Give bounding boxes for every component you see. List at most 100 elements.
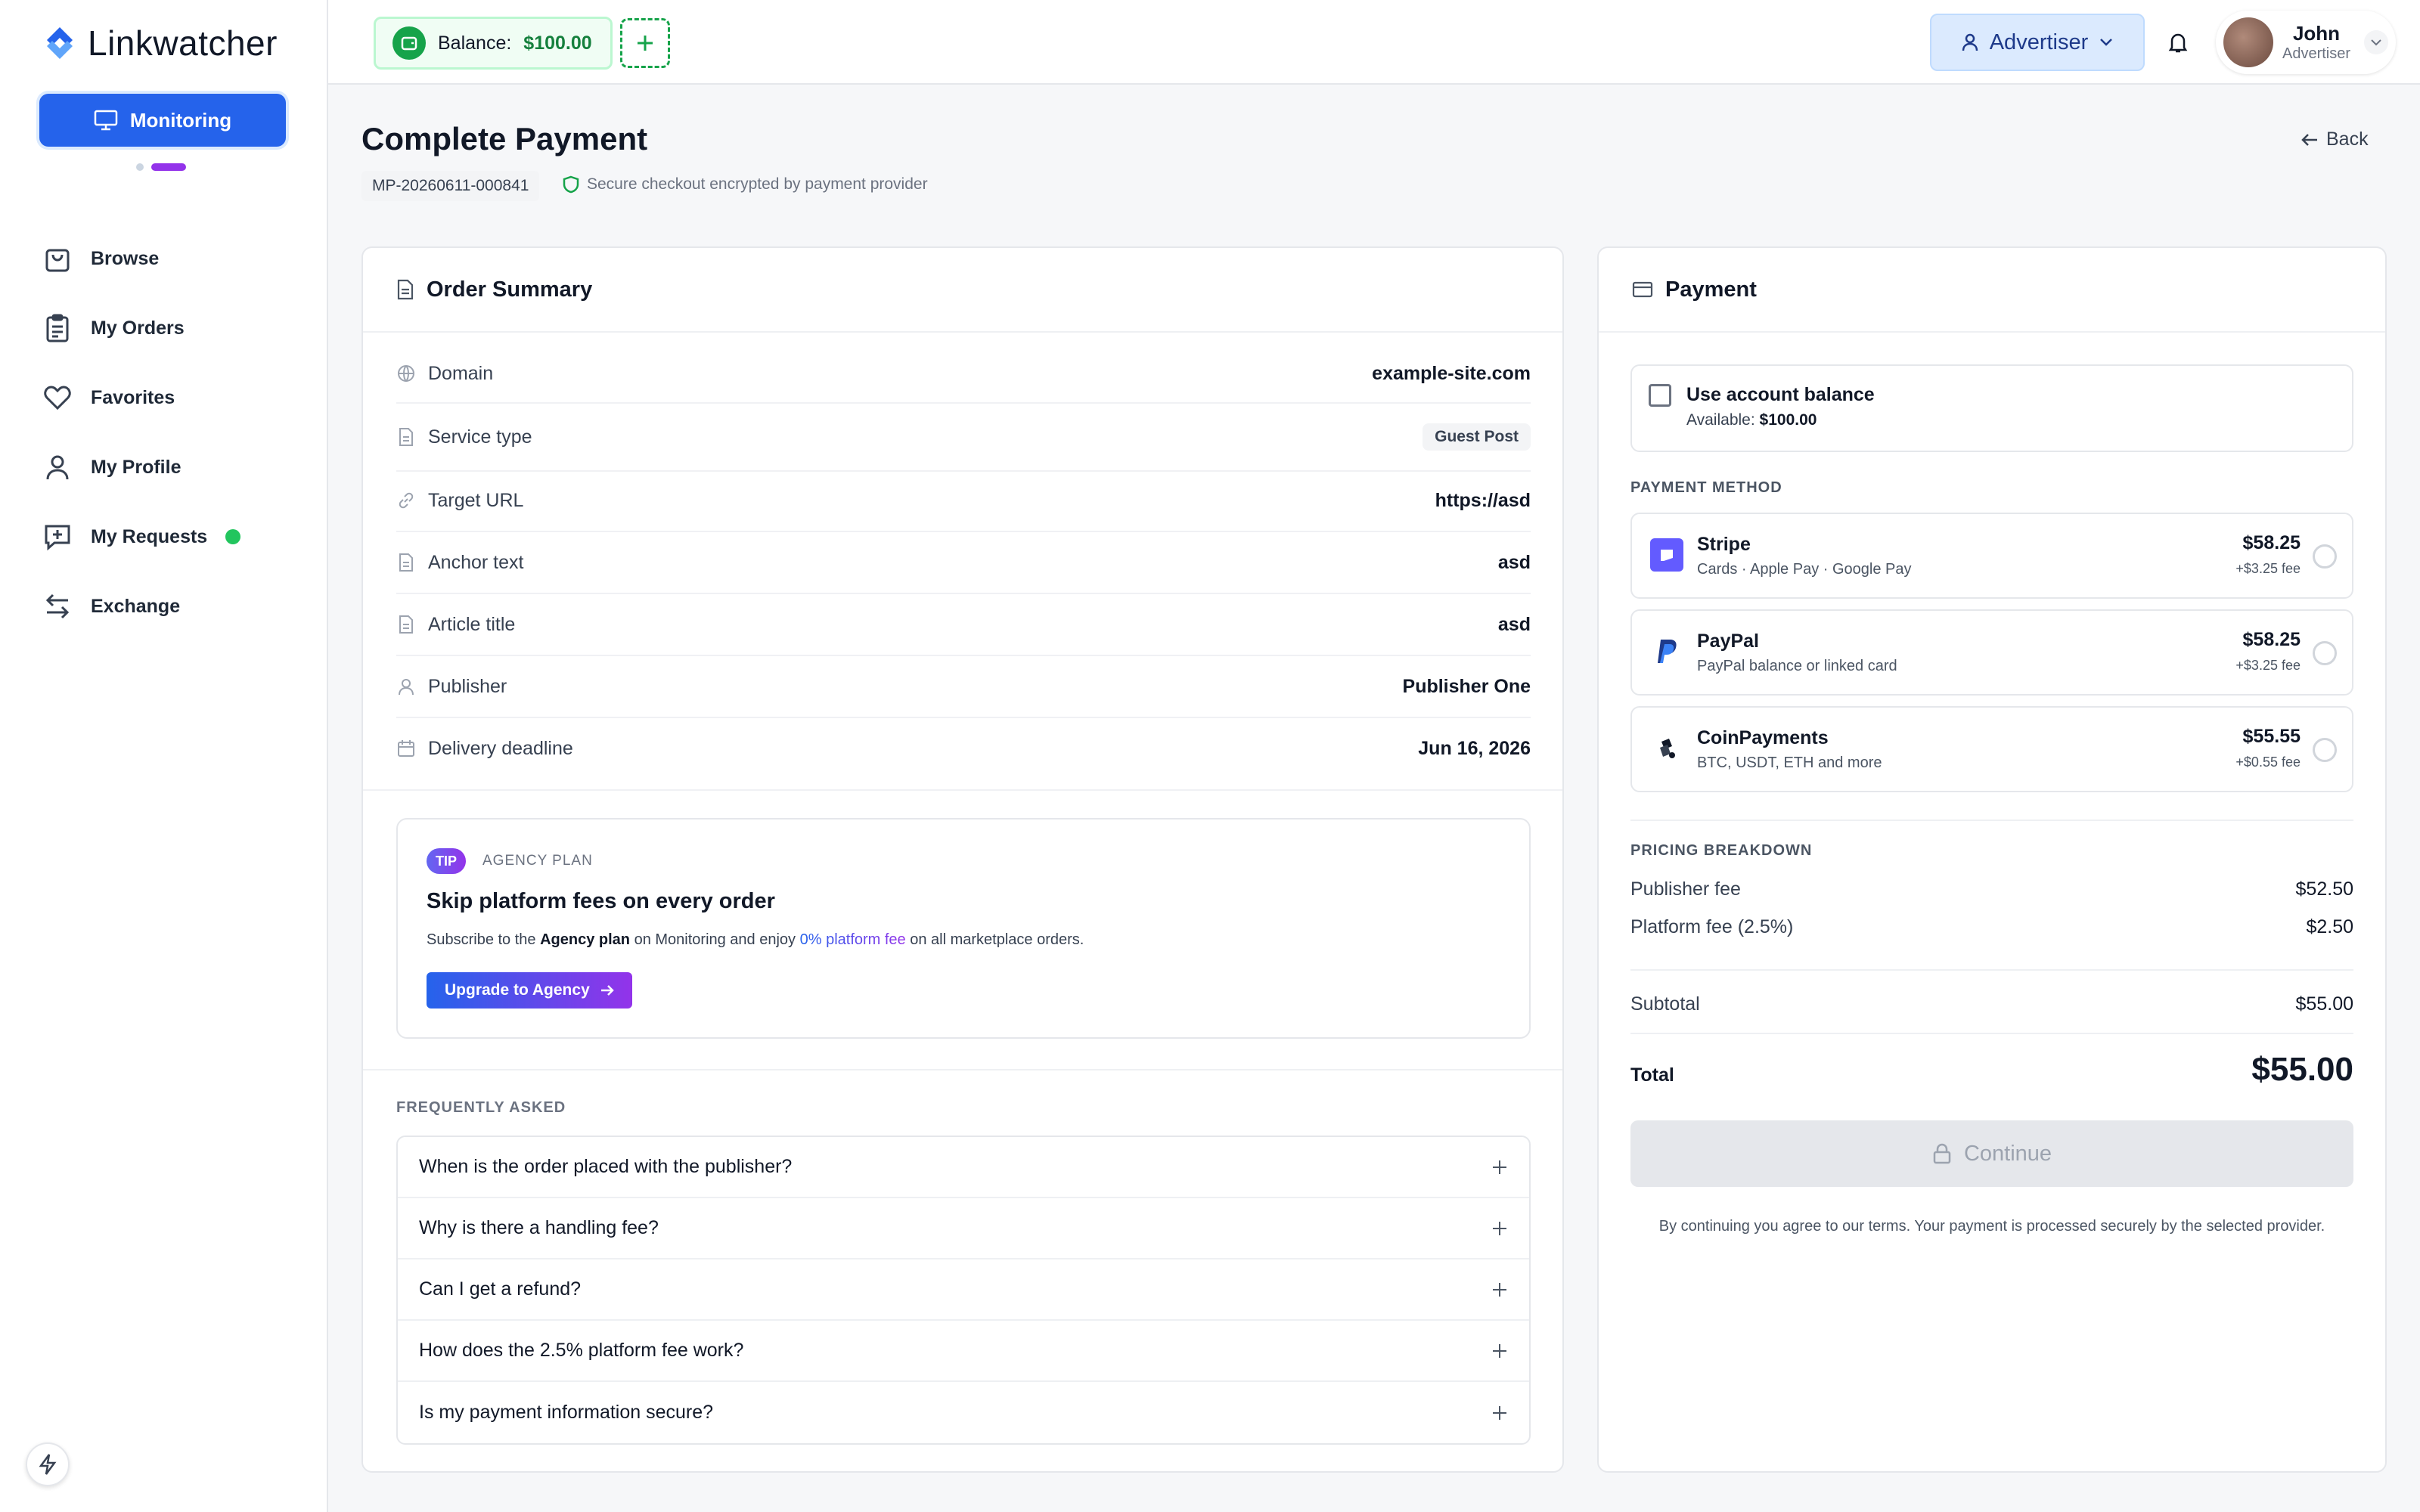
logo-text: Linkwatcher <box>88 23 278 63</box>
method-fee: +$3.25 fee <box>2235 658 2301 673</box>
stripe-icon <box>1650 538 1683 572</box>
method-radio[interactable] <box>2313 738 2337 762</box>
tip-desc-text: on Monitoring and enjoy <box>630 931 800 948</box>
tip-desc-text: on all marketplace orders. <box>905 931 1084 948</box>
faq-item[interactable]: Is my payment information secure? <box>398 1382 1529 1443</box>
sidebar: Linkwatcher Monitoring Browse My Orders … <box>0 0 328 1512</box>
sidebar-item-my-requests[interactable]: My Requests <box>42 502 241 572</box>
service-type-badge: Guest Post <box>1423 423 1531 451</box>
use-balance-checkbox[interactable] <box>1649 384 1671 407</box>
method-price: $55.55 <box>2242 726 2301 747</box>
order-id: MP-20260611-000841 <box>361 171 540 201</box>
lightning-icon <box>39 1454 57 1475</box>
divider <box>396 402 1531 404</box>
payment-method-paypal[interactable]: PayPal PayPal balance or linked card $58… <box>1630 609 2353 696</box>
row-label: Publisher <box>428 675 507 697</box>
add-balance-button[interactable] <box>620 18 670 68</box>
sidebar-item-exchange[interactable]: Exchange <box>42 572 240 641</box>
document-icon <box>399 553 413 572</box>
continue-button[interactable]: Continue <box>1630 1120 2353 1187</box>
breakdown-label: Publisher fee <box>1630 878 1741 900</box>
page-title: Complete Payment <box>361 121 648 156</box>
user-icon <box>46 455 69 480</box>
divider <box>396 470 1531 472</box>
tip-desc-plan: Agency plan <box>540 931 631 948</box>
total-label: Total <box>1630 1064 1674 1086</box>
subtotal-row: Subtotal $55.00 <box>1630 993 2353 1015</box>
back-label: Back <box>2326 129 2369 150</box>
payment-method-stripe[interactable]: Stripe Cards · Apple Pay · Google Pay $5… <box>1630 513 2353 599</box>
row-value: Publisher One <box>1402 675 1531 697</box>
sidebar-item-my-profile[interactable]: My Profile <box>42 432 240 502</box>
method-price: $58.25 <box>2242 629 2301 650</box>
balance-value: $100.00 <box>523 32 592 54</box>
plus-icon <box>1493 1405 1506 1420</box>
sidebar-item-label: Browse <box>91 247 160 269</box>
balance-chip[interactable]: Balance: $100.00 <box>374 17 613 70</box>
sidebar-item-label: My Orders <box>91 317 185 339</box>
chevron-down-icon <box>2364 30 2388 54</box>
quick-action-button[interactable] <box>26 1442 70 1486</box>
subtotal-value: $55.00 <box>2295 993 2353 1015</box>
breakdown-value: $2.50 <box>2306 916 2353 937</box>
payment-header: Payment <box>1599 248 2385 333</box>
row-label: Article title <box>428 613 516 635</box>
back-button[interactable]: Back <box>2301 129 2369 150</box>
faq-item[interactable]: When is the order placed with the publis… <box>398 1137 1529 1198</box>
balance-label: Balance: <box>438 32 512 54</box>
method-name: CoinPayments <box>1697 727 1829 748</box>
monitoring-button[interactable]: Monitoring <box>39 94 286 147</box>
carousel-dot-active[interactable] <box>151 163 186 171</box>
role-switcher[interactable]: Advertiser <box>1930 14 2145 71</box>
tip-description: Subscribe to the Agency plan on Monitori… <box>427 931 1084 949</box>
payment-method-heading: PAYMENT METHOD <box>1630 479 1782 496</box>
topbar: Balance: $100.00 Advertiser John Adverti… <box>328 0 2420 85</box>
credit-card-icon <box>1632 281 1653 298</box>
monitor-icon <box>94 110 118 131</box>
user-menu[interactable]: John Advertiser <box>2216 11 2396 74</box>
divider <box>396 593 1531 594</box>
method-name: Stripe <box>1697 534 1751 555</box>
logo[interactable]: Linkwatcher <box>41 23 278 64</box>
faq-item[interactable]: Can I get a refund? <box>398 1259 1529 1321</box>
faq-item[interactable]: How does the 2.5% platform fee work? <box>398 1321 1529 1382</box>
available-value: $100.00 <box>1759 411 1817 429</box>
upgrade-to-agency-button[interactable]: Upgrade to Agency <box>427 972 632 1009</box>
tip-desc-fee: 0% platform fee <box>799 931 906 948</box>
role-label: Advertiser <box>1989 29 2089 54</box>
lock-icon <box>1933 1143 1951 1164</box>
sidebar-item-favorites[interactable]: Favorites <box>42 363 240 432</box>
upgrade-label: Upgrade to Agency <box>445 981 590 999</box>
use-balance-option[interactable]: Use account balance Available: $100.00 <box>1630 364 2353 452</box>
faq-question: Why is there a handling fee? <box>419 1217 659 1238</box>
document-icon <box>399 615 413 634</box>
user-info: John Advertiser <box>2282 22 2350 63</box>
sidebar-item-my-orders[interactable]: My Orders <box>42 293 240 363</box>
shield-icon <box>563 175 579 194</box>
exchange-icon <box>45 593 70 619</box>
row-value: Jun 16, 2026 <box>1418 737 1531 759</box>
sidebar-item-label: My Requests <box>91 525 208 547</box>
avatar <box>2223 17 2273 67</box>
row-label: Target URL <box>428 489 524 511</box>
summary-row-article-title: Article title asd <box>396 602 1531 647</box>
notification-dot <box>225 529 241 544</box>
method-radio[interactable] <box>2313 641 2337 665</box>
plus-icon <box>1493 1221 1506 1235</box>
notifications-button[interactable] <box>2157 21 2199 64</box>
tip-title: Skip platform fees on every order <box>427 889 775 913</box>
faq-item[interactable]: Why is there a handling fee? <box>398 1198 1529 1259</box>
faq-question: Is my payment information secure? <box>419 1402 714 1423</box>
row-value: asd <box>1497 613 1531 635</box>
sidebar-item-browse[interactable]: Browse <box>42 224 240 293</box>
carousel-dot[interactable] <box>136 163 144 171</box>
use-balance-title: Use account balance <box>1686 384 1875 405</box>
payment-method-coinpayments[interactable]: CoinPayments BTC, USDT, ETH and more $55… <box>1630 706 2353 792</box>
carousel-dots <box>136 163 186 171</box>
summary-row-target-url: Target URL https://asd <box>396 478 1531 523</box>
order-summary-header: Order Summary <box>363 248 1562 333</box>
method-radio[interactable] <box>2313 544 2337 569</box>
bell-icon <box>2168 33 2188 53</box>
divider <box>1630 969 2353 971</box>
plus-icon <box>1493 1282 1506 1297</box>
